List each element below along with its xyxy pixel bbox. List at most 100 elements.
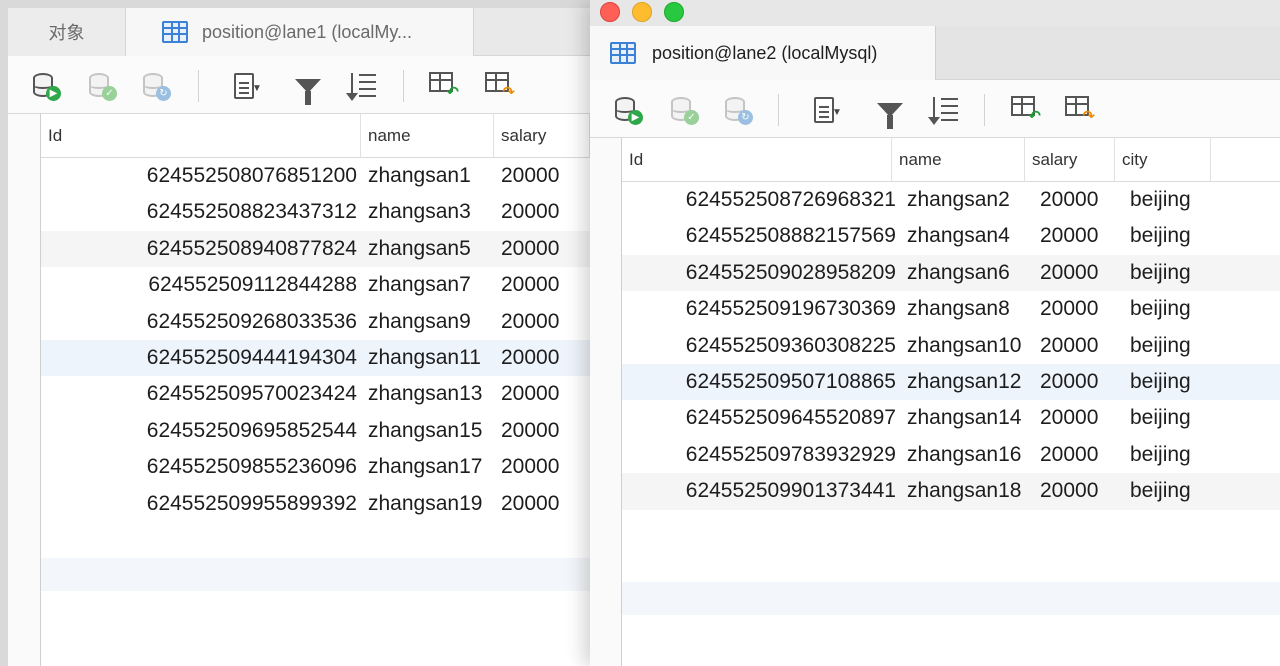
cell-id[interactable]: 624552509695852544 (41, 413, 357, 449)
cell-salary[interactable]: 20000 (1040, 291, 1126, 327)
cell-salary[interactable]: 20000 (1040, 364, 1126, 400)
table-row[interactable]: 624552509955899392 zhangsan19 20000 (41, 486, 590, 522)
cell-salary[interactable]: 20000 (501, 267, 590, 303)
cell-city[interactable]: beijing (1130, 400, 1220, 436)
column-header-salary[interactable]: salary (1025, 138, 1115, 182)
cell-id[interactable]: 624552509507108865 (622, 364, 896, 400)
table-row[interactable]: 624552509360308225 zhangsan10 20000 beijing (622, 328, 1280, 364)
sort-icon[interactable] (344, 69, 380, 103)
column-header-name[interactable]: name (892, 138, 1025, 182)
cell-name[interactable]: zhangsan15 (368, 413, 496, 449)
cell-salary[interactable]: 20000 (1040, 473, 1126, 509)
column-header-id[interactable]: Id (41, 114, 361, 158)
cell-salary[interactable]: 20000 (501, 194, 590, 230)
cell-id[interactable]: 624552508726968321 (622, 182, 896, 218)
cell-name[interactable]: zhangsan18 (907, 473, 1033, 509)
cell-salary[interactable]: 20000 (1040, 255, 1126, 291)
import-icon[interactable]: ↶ (426, 69, 462, 103)
cell-city[interactable]: beijing (1130, 255, 1220, 291)
cell-name[interactable]: zhangsan6 (907, 255, 1033, 291)
filter-icon[interactable] (872, 93, 908, 129)
cell-salary[interactable]: 20000 (501, 231, 590, 267)
cell-salary[interactable]: 20000 (501, 304, 590, 340)
table-row[interactable]: 624552509444194304 zhangsan11 20000 (41, 339, 590, 377)
table-row[interactable]: 624552508726968321 zhangsan2 20000 beijing (622, 182, 1280, 218)
cell-salary[interactable]: 20000 (501, 340, 590, 376)
cell-salary[interactable]: 20000 (1040, 328, 1126, 364)
cell-city[interactable]: beijing (1130, 182, 1220, 218)
table-row[interactable]: 624552509028958209 zhangsan6 20000 beijing (622, 254, 1280, 292)
sort-icon[interactable] (926, 93, 962, 127)
cell-salary[interactable]: 20000 (501, 413, 590, 449)
cell-city[interactable]: beijing (1130, 328, 1220, 364)
table-row[interactable]: 624552509783932929 zhangsan16 20000 beijing (622, 437, 1280, 473)
cell-salary[interactable]: 20000 (501, 486, 590, 522)
cell-id[interactable]: 624552509855236096 (41, 449, 357, 485)
cell-name[interactable]: zhangsan4 (907, 218, 1033, 254)
cell-name[interactable]: zhangsan10 (907, 328, 1033, 364)
cell-id[interactable]: 624552509196730369 (622, 291, 896, 327)
db-run-icon[interactable]: ▶ (28, 69, 64, 103)
cell-salary[interactable]: 20000 (501, 158, 590, 194)
cell-id[interactable]: 624552509444194304 (41, 340, 357, 376)
cell-name[interactable]: zhangsan7 (368, 267, 496, 303)
cell-name[interactable]: zhangsan11 (368, 340, 496, 376)
tab-objects[interactable]: 对象 (8, 8, 126, 56)
cell-id[interactable]: 624552509268033536 (41, 304, 357, 340)
cell-id[interactable]: 624552509112844288 (41, 267, 357, 303)
cell-name[interactable]: zhangsan2 (907, 182, 1033, 218)
db-refresh-icon[interactable]: ↻ (720, 93, 756, 127)
cell-name[interactable]: zhangsan1 (368, 158, 496, 194)
export-icon[interactable]: ↷ (1062, 93, 1098, 127)
table-row[interactable]: 624552509570023424 zhangsan13 20000 (41, 376, 590, 412)
tab-position-lane2[interactable]: position@lane2 (localMysql) (590, 26, 936, 80)
db-commit-icon[interactable]: ✓ (84, 69, 120, 103)
table-row[interactable]: 624552509695852544 zhangsan15 20000 (41, 413, 590, 449)
cell-city[interactable]: beijing (1130, 437, 1220, 473)
cell-name[interactable]: zhangsan5 (368, 231, 496, 267)
table-row[interactable]: 624552509507108865 zhangsan12 20000 beijing (622, 363, 1280, 401)
cell-salary[interactable]: 20000 (501, 449, 590, 485)
cell-name[interactable]: zhangsan16 (907, 437, 1033, 473)
table-row[interactable]: 624552508940877824 zhangsan5 20000 (41, 230, 590, 268)
table-row[interactable]: 624552509645520897 zhangsan14 20000 beijing (622, 400, 1280, 436)
column-header-name[interactable]: name (361, 114, 494, 158)
close-button[interactable] (600, 2, 620, 22)
export-icon[interactable]: ↷ (482, 69, 518, 103)
table-row[interactable]: 624552509855236096 zhangsan17 20000 (41, 449, 590, 485)
column-header-id[interactable]: Id (622, 138, 892, 182)
table-row[interactable]: 624552509112844288 zhangsan7 20000 (41, 267, 590, 303)
zoom-button[interactable] (664, 2, 684, 22)
table-row[interactable]: 624552509196730369 zhangsan8 20000 beijing (622, 291, 1280, 327)
cell-id[interactable]: 624552509955899392 (41, 486, 357, 522)
cell-salary[interactable]: 20000 (1040, 437, 1126, 473)
cell-city[interactable]: beijing (1130, 218, 1220, 254)
cell-city[interactable]: beijing (1130, 473, 1220, 509)
minimize-button[interactable] (632, 2, 652, 22)
db-commit-icon[interactable]: ✓ (666, 93, 702, 127)
import-icon[interactable]: ↶ (1008, 93, 1044, 127)
column-header-city[interactable]: city (1115, 138, 1211, 182)
cell-name[interactable]: zhangsan8 (907, 291, 1033, 327)
cell-name[interactable]: zhangsan12 (907, 364, 1033, 400)
cell-id[interactable]: 624552509360308225 (622, 328, 896, 364)
cell-salary[interactable]: 20000 (1040, 218, 1126, 254)
cell-id[interactable]: 624552508882157569 (622, 218, 896, 254)
table-row[interactable]: 624552508882157569 zhangsan4 20000 beijing (622, 218, 1280, 254)
cell-salary[interactable]: 20000 (501, 376, 590, 412)
db-run-icon[interactable]: ▶ (610, 93, 646, 127)
column-header-salary[interactable]: salary (494, 114, 590, 158)
tab-position-lane1[interactable]: position@lane1 (localMy... (126, 8, 474, 56)
cell-id[interactable]: 624552509570023424 (41, 376, 357, 412)
cell-id[interactable]: 624552509028958209 (622, 255, 896, 291)
cell-name[interactable]: zhangsan17 (368, 449, 496, 485)
text-view-icon[interactable]: ▼ (226, 69, 262, 103)
cell-id[interactable]: 624552508076851200 (41, 158, 357, 194)
cell-city[interactable]: beijing (1130, 364, 1220, 400)
cell-salary[interactable]: 20000 (1040, 182, 1126, 218)
cell-name[interactable]: zhangsan9 (368, 304, 496, 340)
cell-name[interactable]: zhangsan19 (368, 486, 496, 522)
cell-id[interactable]: 624552508940877824 (41, 231, 357, 267)
cell-city[interactable]: beijing (1130, 291, 1220, 327)
cell-id[interactable]: 624552509645520897 (622, 400, 896, 436)
